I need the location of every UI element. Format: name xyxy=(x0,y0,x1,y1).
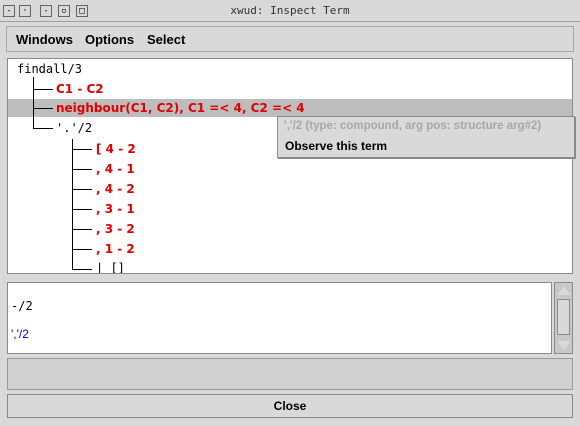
tree-connector xyxy=(72,269,92,270)
scroll-thumb[interactable] xyxy=(557,299,570,335)
output-pane[interactable]: -/2 ','/2 xyxy=(7,282,552,354)
tree-node-selected[interactable]: neighbour(C1, C2), C1 =< 4, C2 =< 4 xyxy=(56,101,305,115)
menu-bar: Windows Options Select xyxy=(6,26,574,52)
window-title: xwud: Inspect Term xyxy=(230,4,350,17)
tree-node-list-item[interactable]: , 3 - 1 xyxy=(96,202,135,216)
tree-node-list-item[interactable]: , 4 - 2 xyxy=(96,182,135,196)
tree-node-list-item[interactable]: | [] xyxy=(96,261,125,273)
title-bar: - · - ▫ □ xwud: Inspect Term xyxy=(0,0,580,22)
menu-select[interactable]: Select xyxy=(147,32,185,47)
tree-connector xyxy=(33,108,53,109)
tree-connector xyxy=(72,169,92,170)
tree-connector xyxy=(33,89,53,90)
tree-node-list-item[interactable]: , 4 - 1 xyxy=(96,162,135,176)
tree-connector xyxy=(72,189,92,190)
tree-connector xyxy=(72,209,92,210)
tree-connector xyxy=(72,139,73,270)
tree-connector xyxy=(72,149,92,150)
tree-node-root[interactable]: findall/3 xyxy=(17,62,82,76)
observe-term-item[interactable]: Observe this term xyxy=(285,139,387,153)
tree-connector xyxy=(33,77,34,128)
output-line: -/2 xyxy=(11,299,33,313)
term-tree[interactable]: findall/3 C1 - C2 neighbour(C1, C2), C1 … xyxy=(7,58,573,274)
tree-connector xyxy=(33,128,53,129)
tree-connector xyxy=(72,229,92,230)
scroll-down-arrow-icon[interactable] xyxy=(557,341,571,350)
scroll-up-arrow-icon[interactable] xyxy=(557,286,571,295)
popup-header: ','/2 (type: compound, arg pos: structur… xyxy=(284,120,542,132)
output-line: ','/2 xyxy=(11,327,29,341)
menu-options[interactable]: Options xyxy=(85,32,134,47)
close-button[interactable]: Close xyxy=(7,394,573,418)
tree-node-list-item[interactable]: [ 4 - 2 xyxy=(96,142,136,156)
context-popup: ','/2 (type: compound, arg pos: structur… xyxy=(277,116,575,158)
menu-windows[interactable]: Windows xyxy=(16,32,73,47)
tree-node[interactable]: C1 - C2 xyxy=(56,82,104,96)
tree-connector xyxy=(72,249,92,250)
tree-node[interactable]: '.'/2 xyxy=(56,121,92,135)
tree-node-list-item[interactable]: , 1 - 2 xyxy=(96,242,135,256)
tree-node-list-item[interactable]: , 3 - 2 xyxy=(96,222,135,236)
output-scrollbar[interactable] xyxy=(554,282,573,354)
status-field xyxy=(7,358,573,390)
